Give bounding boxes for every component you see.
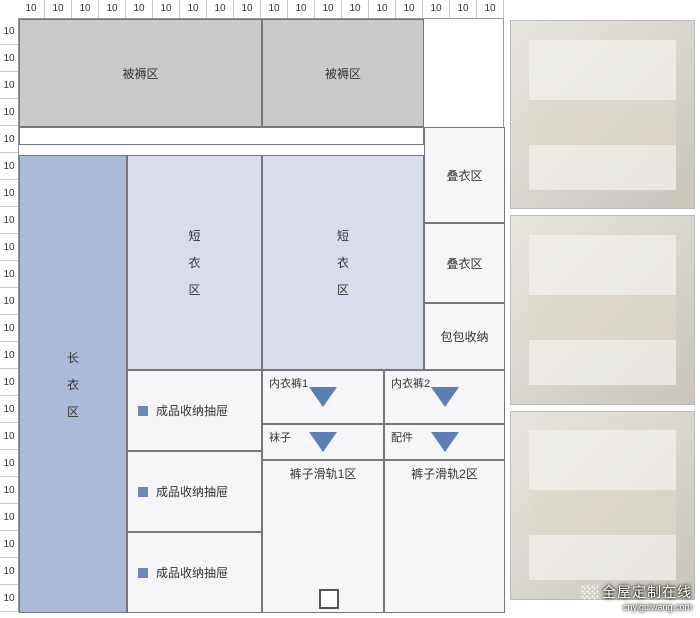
ruler-left: 1010101010101010101010101010101010101010… — [0, 18, 18, 612]
zone-long-clothes: 长衣区 — [19, 155, 127, 613]
watermark-brand: 全屋定制在线 — [602, 584, 692, 600]
ruler-tick: 10 — [261, 0, 288, 18]
zone-accessories: 配件 — [384, 424, 505, 460]
ruler-tick: 10 — [0, 99, 18, 126]
drawer1-label: 成品收纳抽屉 — [156, 402, 228, 419]
ruler-tick: 10 — [0, 450, 18, 477]
ruler-tick: 10 — [72, 0, 99, 18]
drawer-handle-icon — [138, 568, 148, 578]
zone-short-clothes-2: 短衣区 — [262, 155, 424, 370]
under2-label: 内衣裤2 — [391, 375, 430, 391]
zone-bag: 包包收纳 — [424, 303, 505, 370]
rail1-label: 裤子滑轨1区 — [263, 465, 383, 482]
ruler-tick: 10 — [180, 0, 207, 18]
reference-photos — [510, 20, 695, 600]
under1-label: 内衣裤1 — [269, 375, 308, 391]
ruler-tick: 10 — [0, 558, 18, 585]
ruler-tick: 10 — [0, 126, 18, 153]
drawer2-label: 成品收纳抽屉 — [156, 483, 228, 500]
ruler-tick: 10 — [99, 0, 126, 18]
ruler-tick: 10 — [0, 45, 18, 72]
zone-drawer-3: 成品收纳抽屉 — [127, 532, 262, 613]
watermark: 全屋定制在线 cnyiguiwang.com — [580, 582, 692, 612]
ruler-tick: 10 — [477, 0, 504, 18]
ruler-tick: 10 — [0, 18, 18, 45]
ruler-tick: 10 — [0, 585, 18, 612]
acc-label: 配件 — [391, 429, 413, 445]
ruler-tick: 10 — [288, 0, 315, 18]
ruler-tick: 10 — [0, 315, 18, 342]
drawer-handle-icon — [138, 406, 148, 416]
ruler-tick: 10 — [0, 153, 18, 180]
ruler-tick: 10 — [0, 504, 18, 531]
ruler-tick: 10 — [0, 288, 18, 315]
triangle-down-icon — [309, 387, 337, 407]
ruler-tick: 10 — [18, 0, 45, 18]
ruler-tick: 10 — [0, 261, 18, 288]
ruler-tick: 10 — [0, 234, 18, 261]
ruler-tick: 10 — [45, 0, 72, 18]
ruler-tick: 10 — [0, 423, 18, 450]
ruler-tick: 10 — [369, 0, 396, 18]
zone-drawer-2: 成品收纳抽屉 — [127, 451, 262, 532]
watermark-url: cnyiguiwang.com — [623, 602, 692, 612]
triangle-down-icon — [431, 432, 459, 452]
ruler-tick: 10 — [0, 72, 18, 99]
ruler-tick: 10 — [126, 0, 153, 18]
ruler-tick: 10 — [396, 0, 423, 18]
zone-quilt-2: 被褥区 — [262, 19, 424, 127]
zone-short1-label: 短衣区 — [188, 227, 200, 298]
ruler-tick: 10 — [342, 0, 369, 18]
drawer3-label: 成品收纳抽屉 — [156, 564, 228, 581]
zone-pants-rail-2: 裤子滑轨2区 — [384, 460, 505, 613]
zone-long-label: 长衣区 — [67, 349, 79, 420]
ruler-tick: 10 — [207, 0, 234, 18]
triangle-down-icon — [309, 432, 337, 452]
ruler-top: 101010101010101010101010101010101010 — [18, 0, 504, 18]
zone-quilt-1: 被褥区 — [19, 19, 262, 127]
triangle-down-icon — [431, 387, 459, 407]
ruler-tick: 10 — [450, 0, 477, 18]
zone-gap — [19, 127, 424, 145]
zone-underwear-2: 内衣裤2 — [384, 370, 505, 424]
watermark-logo-icon — [580, 584, 598, 602]
rail2-label: 裤子滑轨2区 — [385, 465, 504, 482]
photo-hanger-rack — [510, 215, 695, 404]
zone-drawer-1: 成品收纳抽屉 — [127, 370, 262, 451]
zone-fold-1: 叠衣区 — [424, 127, 505, 223]
ruler-tick: 10 — [315, 0, 342, 18]
zone-fold-2: 叠衣区 — [424, 223, 505, 303]
ruler-tick: 10 — [234, 0, 261, 18]
photo-pants-rail — [510, 411, 695, 600]
zone-short2-label: 短衣区 — [337, 227, 349, 298]
small-marker-box — [319, 589, 339, 609]
photo-storage-box — [510, 20, 695, 209]
wardrobe-layout-container: 101010101010101010101010101010101010 101… — [0, 0, 510, 618]
ruler-tick: 10 — [0, 342, 18, 369]
ruler-tick: 10 — [423, 0, 450, 18]
drawer-handle-icon — [138, 487, 148, 497]
ruler-tick: 10 — [0, 180, 18, 207]
zone-socks: 袜子 — [262, 424, 384, 460]
ruler-tick: 10 — [0, 477, 18, 504]
wardrobe-layout: 被褥区 被褥区 长衣区 短衣区 短衣区 叠衣区 叠衣区 包包收纳 成品收纳抽屉 … — [18, 18, 504, 612]
zone-short-clothes-1: 短衣区 — [127, 155, 262, 370]
ruler-tick: 10 — [0, 207, 18, 234]
ruler-tick: 10 — [0, 396, 18, 423]
ruler-tick: 10 — [0, 531, 18, 558]
ruler-tick: 10 — [153, 0, 180, 18]
sock-label: 袜子 — [269, 429, 291, 445]
ruler-tick: 10 — [0, 369, 18, 396]
zone-underwear-1: 内衣裤1 — [262, 370, 384, 424]
